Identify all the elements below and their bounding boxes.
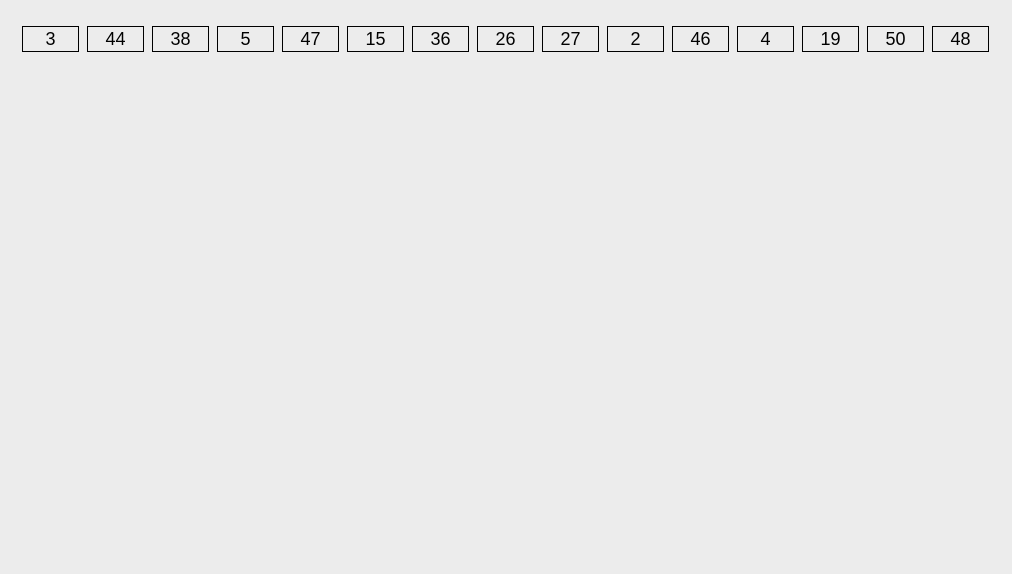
number-button-13[interactable]: 50 [867, 26, 924, 52]
button-row: 3 44 38 5 47 15 36 26 27 2 46 4 19 50 48 [0, 0, 1012, 78]
number-button-6[interactable]: 36 [412, 26, 469, 52]
number-button-4[interactable]: 47 [282, 26, 339, 52]
number-button-3[interactable]: 5 [217, 26, 274, 52]
number-button-7[interactable]: 26 [477, 26, 534, 52]
number-button-9[interactable]: 2 [607, 26, 664, 52]
number-button-5[interactable]: 15 [347, 26, 404, 52]
number-button-10[interactable]: 46 [672, 26, 729, 52]
number-button-12[interactable]: 19 [802, 26, 859, 52]
number-button-0[interactable]: 3 [22, 26, 79, 52]
number-button-14[interactable]: 48 [932, 26, 989, 52]
number-button-2[interactable]: 38 [152, 26, 209, 52]
number-button-1[interactable]: 44 [87, 26, 144, 52]
number-button-11[interactable]: 4 [737, 26, 794, 52]
number-button-8[interactable]: 27 [542, 26, 599, 52]
